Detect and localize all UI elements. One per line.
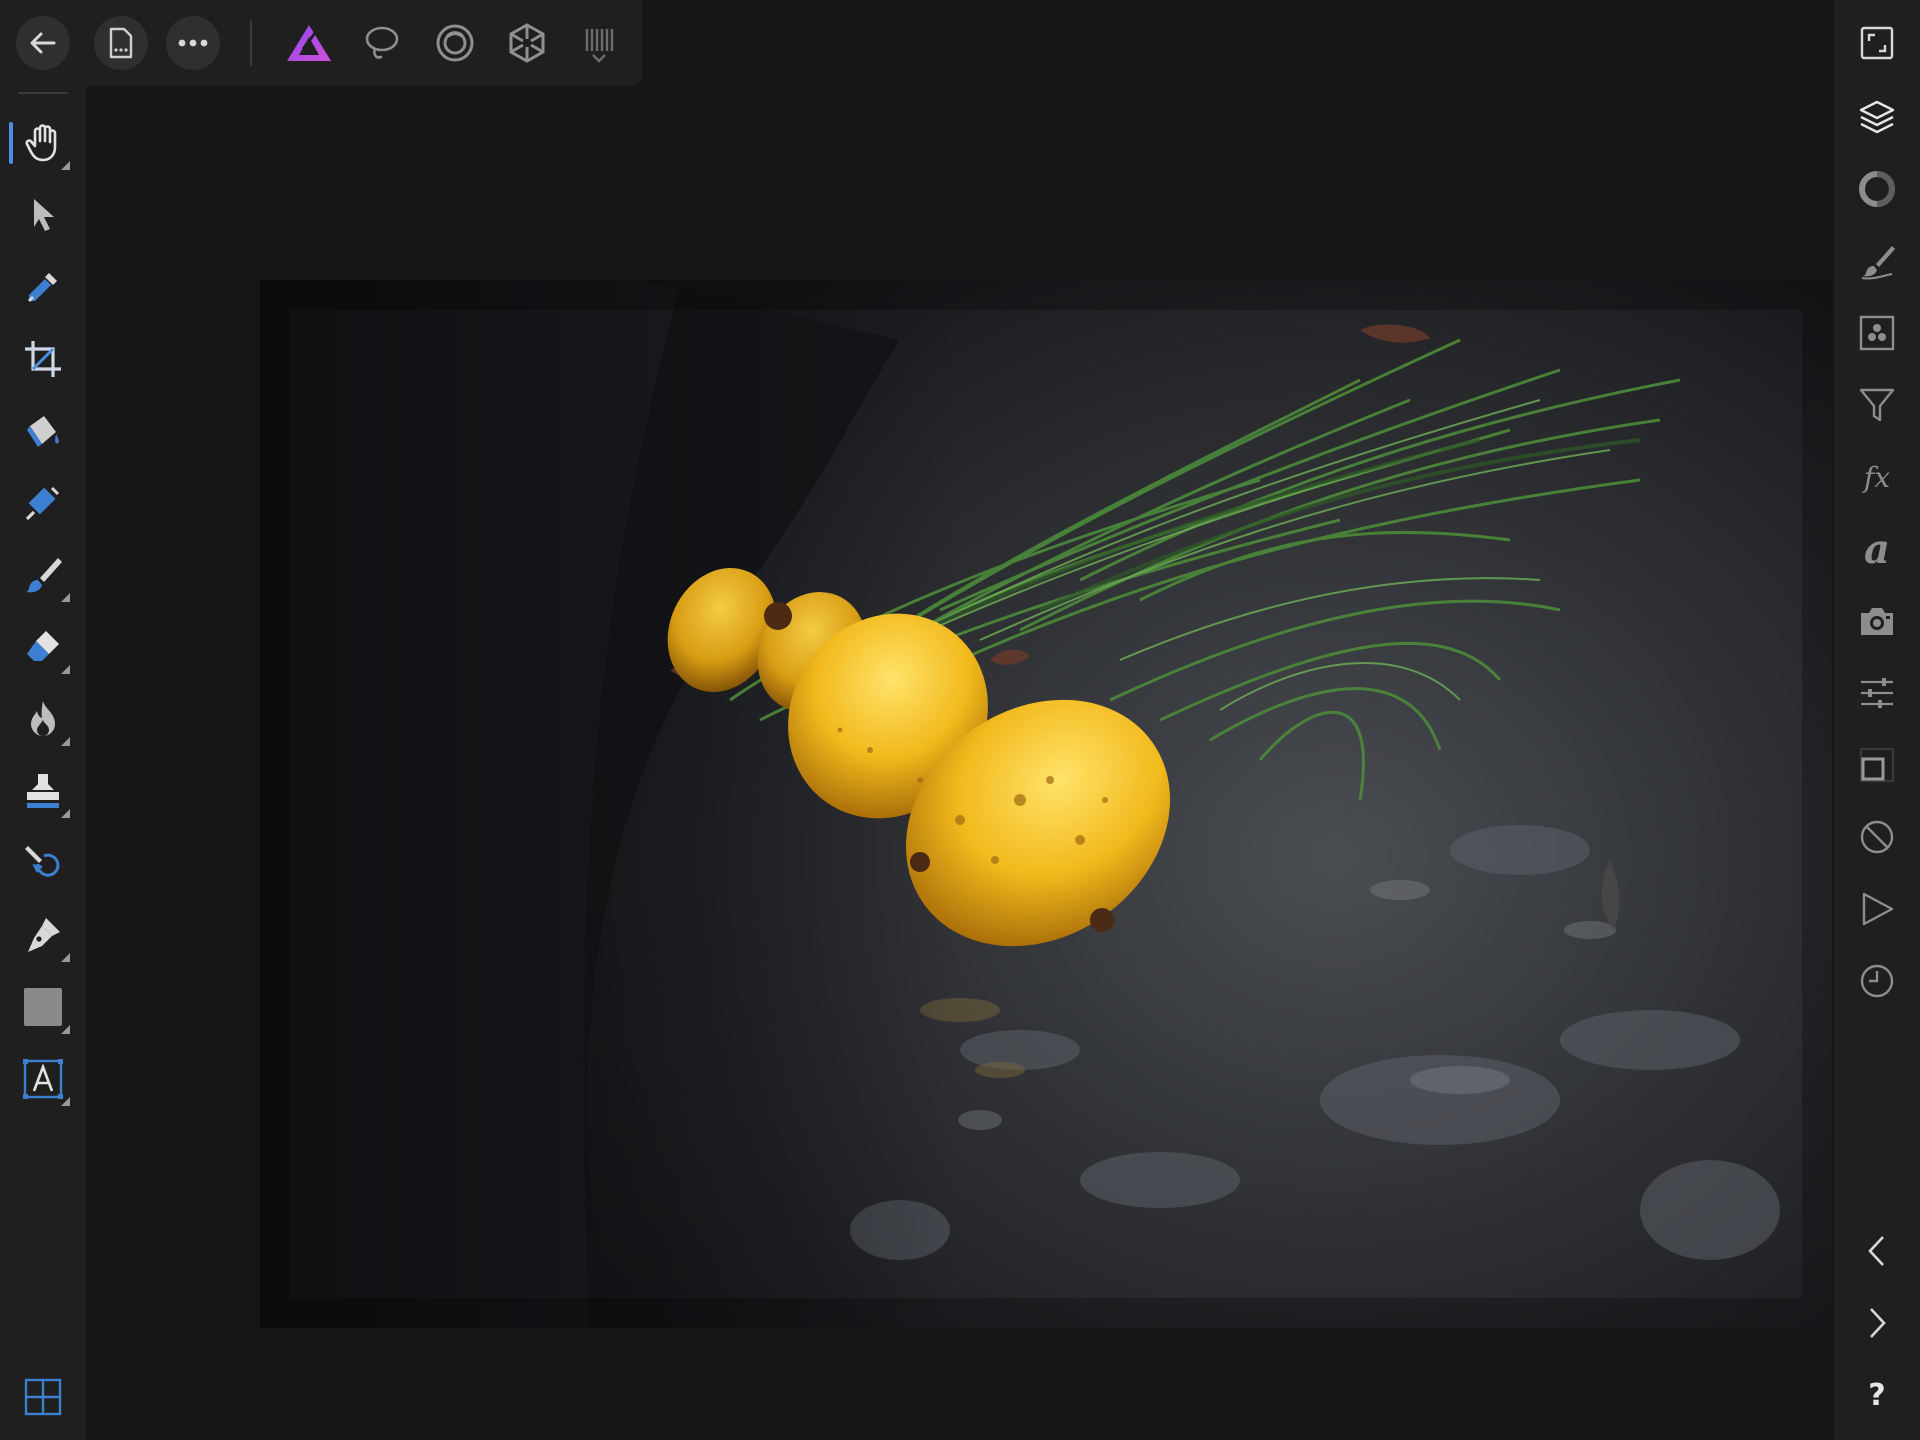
help-button[interactable]: ? bbox=[1848, 1366, 1906, 1424]
mask-circle-icon bbox=[1860, 820, 1894, 854]
persona-tone-mapping-button[interactable] bbox=[500, 16, 554, 70]
fill-tool[interactable] bbox=[14, 402, 72, 460]
paint-brush-tool[interactable] bbox=[14, 546, 72, 604]
play-macro-button[interactable] bbox=[1848, 880, 1906, 938]
camera-button[interactable] bbox=[1848, 592, 1906, 650]
pen-icon bbox=[28, 918, 60, 952]
flyout-indicator bbox=[61, 809, 70, 818]
mask-button[interactable] bbox=[1848, 808, 1906, 866]
adjust-sliders-icon bbox=[1861, 678, 1893, 708]
burn-tool[interactable] bbox=[14, 690, 72, 748]
export-persona-icon bbox=[585, 29, 614, 63]
persona-export-button[interactable] bbox=[572, 16, 626, 70]
color-picker-tool[interactable] bbox=[14, 258, 72, 316]
develop-persona-icon bbox=[436, 24, 474, 62]
persona-develop-button[interactable] bbox=[428, 16, 482, 70]
color-picker-icon bbox=[27, 273, 57, 303]
more-icon bbox=[178, 39, 208, 47]
text-styles-icon: a bbox=[1864, 525, 1890, 573]
flyout-indicator bbox=[61, 1097, 70, 1106]
top-toolbar bbox=[0, 0, 642, 86]
eraser-tool[interactable] bbox=[14, 618, 72, 676]
crop-tool[interactable] bbox=[14, 330, 72, 388]
text-tool[interactable] bbox=[14, 1050, 72, 1108]
flyout-indicator bbox=[61, 161, 70, 170]
collapse-left-button[interactable] bbox=[1848, 1222, 1906, 1280]
grid-layout-icon bbox=[24, 1378, 62, 1416]
transform-icon bbox=[1860, 748, 1894, 782]
document-icon bbox=[109, 27, 133, 59]
layers-icon bbox=[1859, 100, 1895, 134]
fullscreen-icon bbox=[1860, 26, 1894, 60]
brushes-button[interactable] bbox=[1848, 232, 1906, 290]
undo-brush-tool[interactable] bbox=[14, 834, 72, 892]
flyout-indicator bbox=[61, 665, 70, 674]
chevron-left-icon bbox=[1868, 1236, 1884, 1266]
brushes-icon bbox=[1861, 246, 1895, 280]
back-arrow-icon bbox=[30, 32, 56, 54]
persona-photo-button[interactable] bbox=[282, 16, 336, 70]
adjustments-button[interactable] bbox=[1848, 160, 1906, 218]
document-image bbox=[260, 280, 1832, 1328]
rectangle-shape-icon bbox=[24, 988, 62, 1026]
document-button[interactable] bbox=[94, 16, 148, 70]
selection-brush-icon bbox=[25, 486, 60, 521]
document-canvas[interactable] bbox=[86, 86, 1834, 1440]
pen-tool[interactable] bbox=[14, 906, 72, 964]
hand-tool[interactable] bbox=[9, 114, 72, 172]
more-button[interactable] bbox=[166, 16, 220, 70]
hand-icon bbox=[25, 124, 57, 162]
rectangle-tool[interactable] bbox=[14, 978, 72, 1036]
history-clock-icon bbox=[1860, 964, 1894, 998]
filters-icon bbox=[1859, 388, 1895, 422]
move-arrow-icon bbox=[34, 199, 54, 231]
toolbar-divider bbox=[250, 20, 252, 66]
crop-icon bbox=[25, 341, 61, 377]
selection-brush-tool[interactable] bbox=[14, 474, 72, 532]
tone-mapping-persona-icon bbox=[509, 23, 545, 63]
adjust-sliders-button[interactable] bbox=[1848, 664, 1906, 722]
help-icon: ? bbox=[1868, 1377, 1886, 1413]
clone-stamp-icon bbox=[27, 774, 59, 808]
filters-button[interactable] bbox=[1848, 376, 1906, 434]
fx-icon: fx bbox=[1863, 460, 1891, 494]
undo-brush-icon bbox=[25, 846, 60, 877]
flyout-indicator bbox=[61, 1025, 70, 1034]
flyout-indicator bbox=[61, 593, 70, 602]
play-macro-icon bbox=[1862, 892, 1894, 926]
transform-button[interactable] bbox=[1848, 736, 1906, 794]
fullscreen-button[interactable] bbox=[1848, 14, 1906, 72]
clone-tool[interactable] bbox=[14, 762, 72, 820]
photo-persona-icon bbox=[287, 25, 331, 61]
move-tool[interactable] bbox=[14, 186, 72, 244]
text-frame-icon bbox=[23, 1059, 63, 1099]
adjustments-icon bbox=[1859, 171, 1895, 207]
back-button[interactable] bbox=[16, 16, 70, 70]
channels-icon bbox=[1859, 315, 1895, 351]
fx-button[interactable]: fx bbox=[1848, 448, 1906, 506]
studio-panel: fx a ? bbox=[1834, 0, 1920, 1440]
flyout-indicator bbox=[61, 737, 70, 746]
fill-bucket-icon bbox=[27, 416, 59, 447]
camera-icon bbox=[1861, 608, 1893, 635]
chevron-right-icon bbox=[1870, 1308, 1886, 1338]
layers-button[interactable] bbox=[1848, 88, 1906, 146]
channels-button[interactable] bbox=[1848, 304, 1906, 362]
quince-photo bbox=[260, 280, 1832, 1328]
burn-flame-icon bbox=[31, 701, 55, 736]
liquify-persona-icon bbox=[365, 26, 399, 59]
collapse-right-button[interactable] bbox=[1848, 1294, 1906, 1352]
grid-layout-button[interactable] bbox=[14, 1368, 72, 1426]
flyout-indicator bbox=[61, 953, 70, 962]
persona-liquify-button[interactable] bbox=[355, 16, 409, 70]
tools-divider bbox=[18, 92, 68, 94]
eraser-icon bbox=[27, 631, 59, 661]
paint-brush-icon bbox=[26, 558, 62, 593]
history-button[interactable] bbox=[1848, 952, 1906, 1010]
tools-panel bbox=[0, 86, 86, 1440]
text-styles-button[interactable]: a bbox=[1848, 520, 1906, 578]
